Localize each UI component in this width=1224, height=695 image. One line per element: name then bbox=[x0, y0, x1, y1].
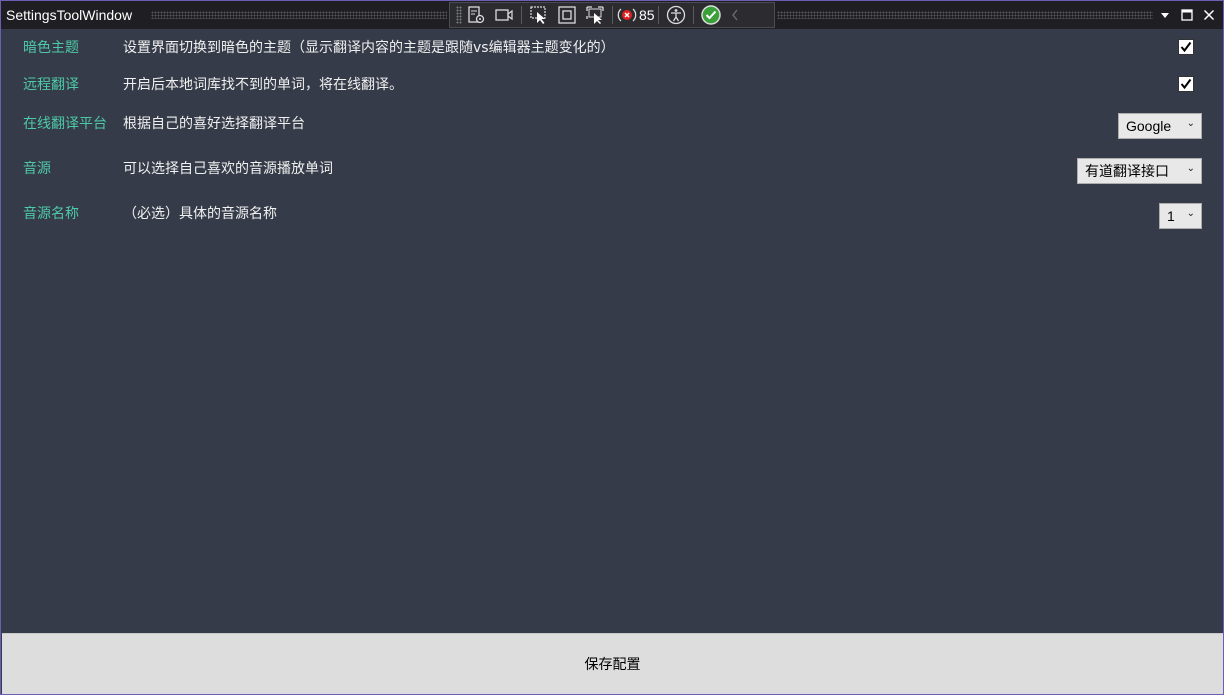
chevron-down-icon: ⌄ bbox=[1186, 208, 1195, 219]
select-value: Google bbox=[1126, 118, 1172, 134]
voice-source-select[interactable]: 有道翻译接口 ⌄ bbox=[1077, 158, 1202, 184]
hot-reload-issues-icon[interactable] bbox=[616, 3, 638, 27]
setting-description: 开启后本地词库找不到的单词，将在线翻译。 bbox=[123, 77, 403, 93]
setting-label: 在线翻译平台 bbox=[23, 116, 107, 132]
setting-description: 设置界面切换到暗色的主题（显示翻译内容的主题是跟随vs编辑器主题变化的） bbox=[123, 40, 615, 56]
live-visual-tree-icon[interactable] bbox=[462, 3, 490, 27]
dropdown-menu-icon[interactable] bbox=[1155, 5, 1175, 25]
setting-label: 远程翻译 bbox=[23, 77, 79, 93]
window-title: SettingsToolWindow bbox=[6, 7, 133, 23]
settings-tool-window: SettingsToolWindow 85 暗色主题 设置界面切换到暗色的主题（… bbox=[0, 0, 1224, 695]
close-icon[interactable] bbox=[1199, 5, 1219, 25]
issue-count[interactable]: 85 bbox=[639, 7, 655, 23]
select-value: 有道翻译接口 bbox=[1085, 163, 1169, 179]
xaml-debug-toolbar: 85 bbox=[449, 2, 775, 28]
checkmark-icon bbox=[1180, 41, 1192, 53]
save-config-button[interactable]: 保存配置 bbox=[585, 654, 641, 674]
setting-label: 音源 bbox=[23, 161, 51, 177]
setting-description: （必选）具体的音源名称 bbox=[123, 206, 277, 222]
record-video-icon[interactable] bbox=[490, 3, 518, 27]
footer-bar: 保存配置 bbox=[2, 633, 1223, 694]
select-element-icon[interactable] bbox=[525, 3, 553, 27]
setting-label: 暗色主题 bbox=[23, 40, 79, 56]
collapse-chevron-icon[interactable] bbox=[725, 3, 745, 27]
title-bar-grip[interactable] bbox=[151, 11, 447, 19]
maximize-icon[interactable] bbox=[1177, 5, 1197, 25]
setting-label: 音源名称 bbox=[23, 206, 79, 222]
setting-row-voice-name: 音源名称 （必选）具体的音源名称 1 ⌄ bbox=[1, 203, 1223, 241]
display-layout-adorners-icon[interactable] bbox=[553, 3, 581, 27]
chevron-down-icon: ⌄ bbox=[1186, 163, 1195, 174]
voice-name-select[interactable]: 1 ⌄ bbox=[1159, 203, 1202, 229]
checkmark-icon bbox=[1180, 78, 1192, 90]
track-focus-icon[interactable] bbox=[581, 3, 609, 27]
select-value: 1 bbox=[1167, 208, 1175, 224]
toolbar-separator bbox=[612, 6, 613, 24]
setting-row-voice-source: 音源 可以选择自己喜欢的音源播放单词 有道翻译接口 ⌄ bbox=[1, 158, 1223, 196]
toolbar-separator bbox=[657, 6, 659, 24]
window-controls bbox=[1155, 5, 1219, 25]
dark-theme-checkbox[interactable] bbox=[1178, 39, 1194, 55]
check-status-icon[interactable] bbox=[697, 3, 725, 27]
title-bar[interactable]: SettingsToolWindow 85 bbox=[1, 1, 1223, 29]
remote-translate-checkbox[interactable] bbox=[1178, 76, 1194, 92]
setting-row-dark-theme: 暗色主题 设置界面切换到暗色的主题（显示翻译内容的主题是跟随vs编辑器主题变化的… bbox=[1, 39, 1223, 75]
setting-description: 根据自己的喜好选择翻译平台 bbox=[123, 116, 305, 132]
toolbar-separator bbox=[692, 6, 694, 24]
setting-row-remote-translate: 远程翻译 开启后本地词库找不到的单词，将在线翻译。 bbox=[1, 76, 1223, 112]
chevron-down-icon: ⌄ bbox=[1186, 118, 1195, 129]
translate-platform-select[interactable]: Google ⌄ bbox=[1118, 113, 1202, 139]
toolbar-separator bbox=[521, 6, 522, 24]
setting-description: 可以选择自己喜欢的音源播放单词 bbox=[123, 161, 333, 177]
setting-row-translate-platform: 在线翻译平台 根据自己的喜好选择翻译平台 Google ⌄ bbox=[1, 113, 1223, 151]
accessibility-icon[interactable] bbox=[662, 3, 690, 27]
title-bar-grip-right[interactable] bbox=[777, 11, 1153, 19]
